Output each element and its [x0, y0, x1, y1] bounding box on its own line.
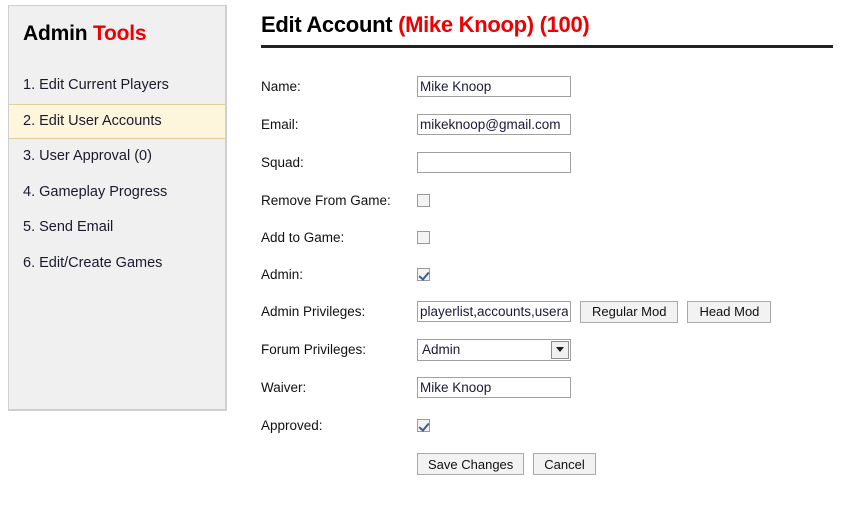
form-row-name: Name:: [261, 75, 841, 98]
form-row-admin-privileges: Admin Privileges: Regular Mod Head Mod: [261, 300, 841, 323]
admin-sidebar: Admin Tools 1. Edit Current Players 2. E…: [8, 5, 227, 411]
regular-mod-button[interactable]: Regular Mod: [580, 300, 679, 323]
sidebar-title-accent: Tools: [92, 22, 147, 45]
sidebar-item-edit-create-games[interactable]: 6. Edit/Create Games: [9, 246, 225, 282]
form-row-remove-from-game: Remove From Game:: [261, 189, 841, 212]
squad-label: Squad:: [261, 155, 304, 170]
approved-field-area: [417, 419, 430, 432]
admin-privileges-label: Admin Privileges:: [261, 304, 366, 319]
sidebar-title-main: Admin: [23, 22, 88, 45]
email-input[interactable]: [417, 114, 571, 135]
approved-label: Approved:: [261, 418, 323, 433]
form-row-admin: Admin:: [261, 263, 841, 286]
admin-checkbox[interactable]: [417, 268, 430, 281]
title-divider: [261, 45, 833, 48]
name-field-area: [417, 76, 571, 97]
remove-from-game-checkbox[interactable]: [417, 194, 430, 207]
sidebar-item-edit-current-players[interactable]: 1. Edit Current Players: [9, 68, 225, 104]
sidebar-item-edit-user-accounts[interactable]: 2. Edit User Accounts: [9, 103, 225, 140]
form-row-add-to-game: Add to Game:: [261, 226, 841, 249]
email-label: Email:: [261, 117, 299, 132]
chevron-down-icon[interactable]: [551, 340, 569, 359]
page-title-main: Edit Account: [261, 12, 393, 37]
sidebar-item-send-email[interactable]: 5. Send Email: [9, 210, 225, 246]
page-title-subject: (Mike Knoop) (100): [398, 12, 590, 37]
sidebar-nav: 1. Edit Current Players 2. Edit User Acc…: [9, 68, 225, 281]
form-row-squad: Squad:: [261, 151, 841, 174]
forum-privileges-field-area: Admin: [417, 338, 571, 361]
page-title: Edit Account (Mike Knoop) (100): [261, 12, 841, 44]
save-changes-button[interactable]: Save Changes: [417, 453, 525, 475]
sidebar-item-gameplay-progress[interactable]: 4. Gameplay Progress: [9, 175, 225, 211]
forum-privileges-label: Forum Privileges:: [261, 342, 367, 357]
form-actions: Save Changes Cancel: [261, 453, 841, 475]
forum-privileges-select[interactable]: Admin: [417, 338, 571, 361]
remove-from-game-label: Remove From Game:: [261, 193, 391, 208]
sidebar-title: Admin Tools: [9, 6, 225, 46]
add-to-game-field-area: [417, 231, 430, 244]
cancel-button[interactable]: Cancel: [533, 453, 596, 475]
admin-field-area: [417, 268, 430, 281]
form-row-waiver: Waiver:: [261, 376, 841, 399]
form-row-email: Email:: [261, 113, 841, 136]
form-row-approved: Approved:: [261, 414, 841, 437]
admin-label: Admin:: [261, 267, 304, 282]
approved-checkbox[interactable]: [417, 419, 430, 432]
name-label: Name:: [261, 79, 301, 94]
main-content: Edit Account (Mike Knoop) (100) Name: Em…: [261, 12, 841, 475]
name-input[interactable]: [417, 76, 571, 97]
admin-privileges-input[interactable]: [417, 301, 571, 322]
waiver-field-area: [417, 377, 571, 398]
admin-privileges-field-area: Regular Mod Head Mod: [417, 300, 772, 323]
remove-from-game-field-area: [417, 194, 430, 207]
waiver-input[interactable]: [417, 377, 571, 398]
waiver-label: Waiver:: [261, 380, 307, 395]
add-to-game-checkbox[interactable]: [417, 231, 430, 244]
squad-field-area: [417, 152, 571, 173]
head-mod-button[interactable]: Head Mod: [687, 300, 772, 323]
add-to-game-label: Add to Game:: [261, 230, 345, 245]
form-row-forum-privileges: Forum Privileges: Admin: [261, 338, 841, 361]
edit-account-form: Name: Email: Squad: Remove From Game: Ad: [261, 75, 841, 475]
sidebar-item-user-approval[interactable]: 3. User Approval (0): [9, 139, 225, 175]
email-field-area: [417, 114, 571, 135]
forum-privileges-selected-value: Admin: [422, 342, 461, 357]
squad-input[interactable]: [417, 152, 571, 173]
